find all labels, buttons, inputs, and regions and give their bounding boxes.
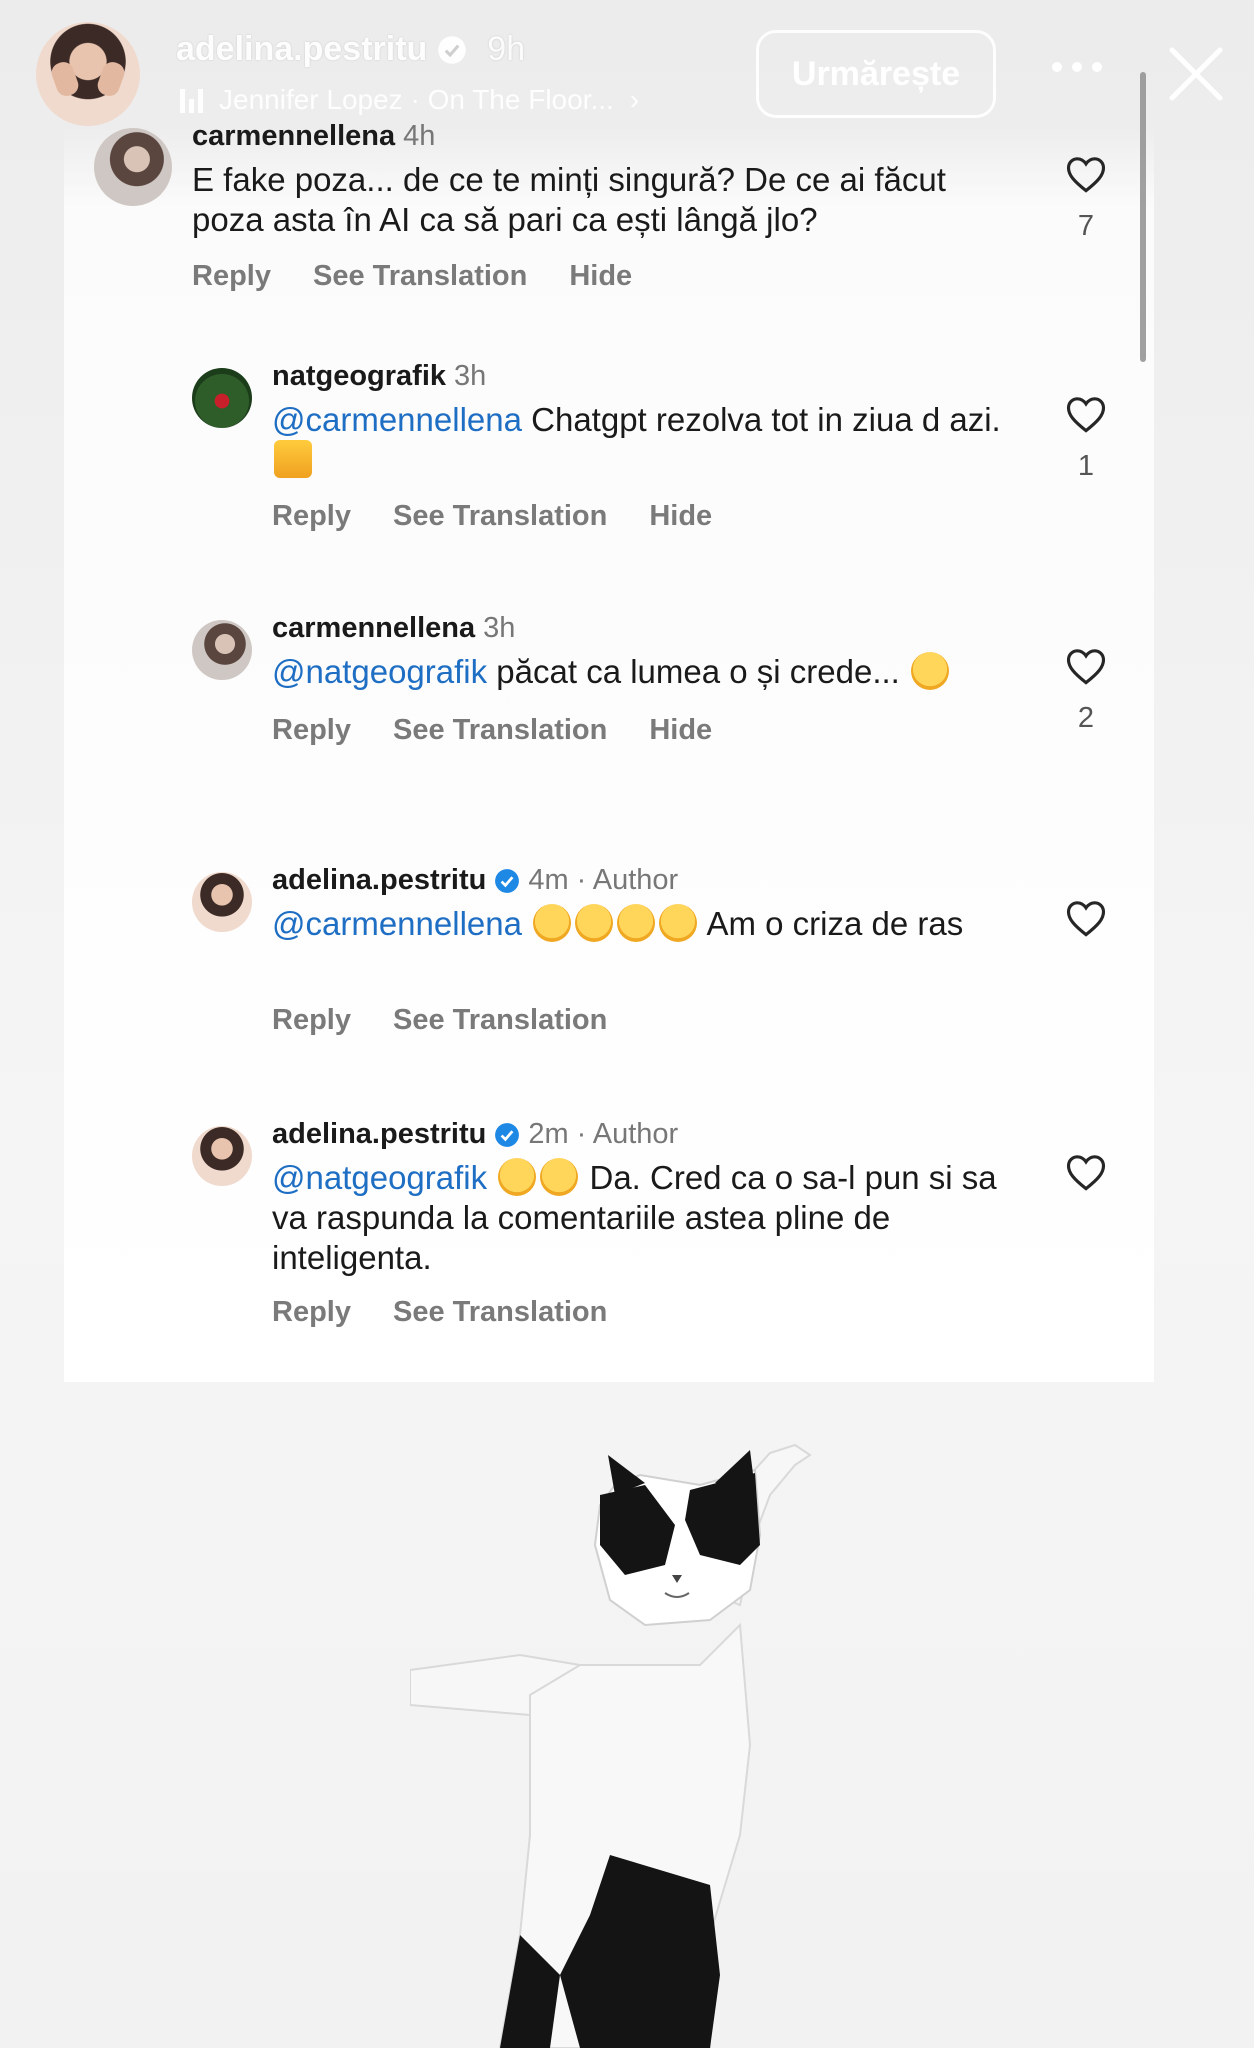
comment-actions: Reply See Translation Hide <box>192 260 632 293</box>
comment-text: @natgeografik păcat ca lumea o și crede.… <box>272 652 1052 692</box>
like-button[interactable] <box>1056 1152 1116 1192</box>
comment-header: adelina.pestritu 2m · Author <box>272 1118 678 1151</box>
see-translation-button[interactable]: See Translation <box>393 500 607 533</box>
comment-actions: Reply See Translation Hide <box>272 714 712 747</box>
reply-button[interactable]: Reply <box>192 260 271 293</box>
story-avatar[interactable] <box>36 22 140 126</box>
mention-link[interactable]: @carmennellena <box>272 905 522 942</box>
joy-emoji <box>659 904 698 942</box>
hide-button[interactable]: Hide <box>569 260 632 293</box>
comment-header: natgeografik 3h <box>272 360 486 393</box>
comment-time: 3h <box>483 612 516 644</box>
verified-badge-icon <box>495 868 520 893</box>
avatar[interactable] <box>192 1126 252 1186</box>
heart-icon <box>1066 157 1106 193</box>
story-header: adelina.pestritu 9h Jennifer Lopez · On … <box>0 0 1254 362</box>
comment-actions: Reply See Translation Hide <box>272 500 712 533</box>
verified-badge-icon <box>438 35 467 64</box>
heart-icon <box>1066 901 1106 937</box>
reply-button[interactable]: Reply <box>272 500 351 533</box>
story-username-row: adelina.pestritu 9h <box>176 30 525 69</box>
joy-emoji <box>540 1158 579 1196</box>
verified-badge-icon <box>495 1122 520 1147</box>
heart-icon <box>1066 397 1106 433</box>
author-label: · Author <box>576 864 679 896</box>
comment-time: 3h <box>454 360 487 392</box>
comment-text: @carmennellena Chatgpt rezolva tot in zi… <box>272 400 1032 480</box>
comment-username[interactable]: carmennellena <box>272 612 475 645</box>
joy-emoji <box>575 904 614 942</box>
comment-body: păcat ca lumea o și crede... <box>487 653 900 690</box>
see-translation-button[interactable]: See Translation <box>393 1004 607 1037</box>
joy-emoji <box>617 904 656 942</box>
comment-body: Chatgpt rezolva tot in ziua d azi. <box>521 401 1001 438</box>
close-icon[interactable] <box>1166 44 1226 104</box>
comment-time: 4m <box>528 864 569 896</box>
comments-panel: carmennellena 4h E fake poza... de ce te… <box>64 120 1154 1382</box>
comment-text: @natgeografik Da. Cred ca o sa-l pun si … <box>272 1158 1032 1278</box>
comment-username[interactable]: adelina.pestritu <box>272 1118 486 1151</box>
avatar[interactable] <box>94 128 172 206</box>
joy-emoji <box>498 1158 537 1196</box>
dancing-cat-sticker[interactable] <box>410 1415 910 2048</box>
comment-body: Am o criza de ras <box>699 905 964 942</box>
heart-icon <box>1066 1155 1106 1191</box>
author-label: · Author <box>576 1118 679 1150</box>
like-button[interactable]: 7 <box>1056 154 1116 243</box>
mention-link[interactable]: @carmennellena <box>272 401 522 438</box>
avatar[interactable] <box>192 872 252 932</box>
see-translation-button[interactable]: See Translation <box>393 714 607 747</box>
avatar[interactable] <box>192 368 252 428</box>
story-time: 9h <box>487 30 526 68</box>
heart-icon <box>1066 649 1106 685</box>
like-count: 2 <box>1077 702 1095 734</box>
comment-username[interactable]: natgeografik <box>272 360 446 393</box>
like-button[interactable]: 1 <box>1056 394 1116 483</box>
like-count: 1 <box>1077 450 1095 482</box>
music-attribution[interactable]: Jennifer Lopez · On The Floor... › <box>180 84 639 116</box>
comment-actions: Reply See Translation <box>272 1296 607 1329</box>
music-bars-icon <box>180 87 203 113</box>
mention-link[interactable]: @natgeografik <box>272 653 487 690</box>
reply-button[interactable]: Reply <box>272 714 351 747</box>
comment-username[interactable]: adelina.pestritu <box>272 864 486 897</box>
comment-header: carmennellena 3h <box>272 612 515 645</box>
story-username[interactable]: adelina.pestritu <box>176 30 427 69</box>
comment-text: @carmennellena Am o criza de ras <box>272 904 1032 944</box>
comment-actions: Reply See Translation <box>272 1004 607 1037</box>
comment-body: E fake poza... de ce te minți singură? D… <box>192 161 946 238</box>
like-button[interactable] <box>1056 898 1116 938</box>
scrollbar[interactable] <box>1140 72 1146 362</box>
rofl-emoji <box>911 652 950 690</box>
hide-button[interactable]: Hide <box>649 714 712 747</box>
chevron-right-icon: › <box>629 84 640 115</box>
mention-link[interactable]: @natgeografik <box>272 1159 487 1196</box>
follow-button[interactable]: Urmărește <box>756 30 996 118</box>
hide-button[interactable]: Hide <box>649 500 712 533</box>
reply-button[interactable]: Reply <box>272 1004 351 1037</box>
see-translation-button[interactable]: See Translation <box>393 1296 607 1329</box>
raising-hands-emoji <box>274 440 312 478</box>
reply-button[interactable]: Reply <box>272 1296 351 1329</box>
like-count: 7 <box>1077 210 1095 242</box>
comment-time: 2m <box>528 1118 569 1150</box>
avatar[interactable] <box>192 620 252 680</box>
more-options-icon[interactable] <box>1052 62 1102 78</box>
see-translation-button[interactable]: See Translation <box>313 260 527 293</box>
comment-header: adelina.pestritu 4m · Author <box>272 864 678 897</box>
comment-text: E fake poza... de ce te minți singură? D… <box>192 160 1022 240</box>
like-button[interactable]: 2 <box>1056 646 1116 735</box>
music-title: Jennifer Lopez · On The Floor... <box>219 84 614 115</box>
joy-emoji <box>533 904 572 942</box>
